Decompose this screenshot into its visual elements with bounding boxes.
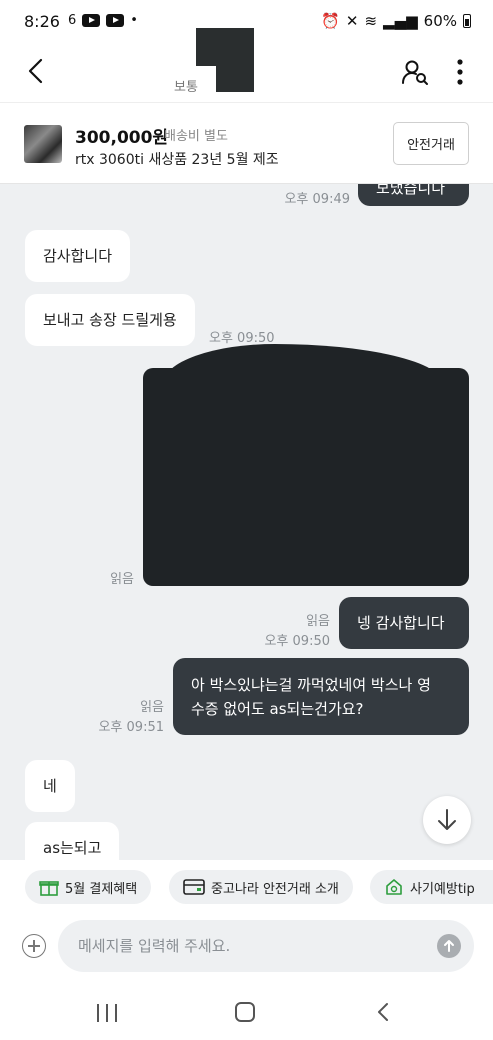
read-receipt: 읽음 (306, 614, 330, 629)
message-bubble-in: 감사합니다 (25, 230, 131, 282)
dot-icon: • (130, 13, 138, 28)
message-text: 네 (43, 777, 57, 795)
chip-label: 사기예방tip (410, 881, 475, 897)
message-time: 오후 09:50 (264, 634, 330, 649)
message-bubble-out: 보냈습니다 (358, 184, 469, 206)
status-time: 8:26 (24, 12, 60, 31)
scroll-to-bottom-button[interactable] (423, 796, 471, 844)
read-receipt: 읽음 (140, 700, 164, 715)
message-bubble-in: 네 (25, 760, 75, 812)
shipping-info: 배송비 별도 (164, 129, 228, 144)
message-bubble-out: 아 박스있냐는걸 까먹었네여 박스나 영 수증 없어도 as되는건가요? (173, 658, 469, 735)
attach-plus-button[interactable] (22, 934, 46, 958)
battery-icon (463, 14, 471, 28)
chip-safe-trade-intro[interactable]: 중고나라 안전거래 소개 (169, 870, 353, 904)
message-text: 보냈습니다 (376, 184, 446, 197)
message-text: as는되고 (43, 839, 102, 857)
photo-message[interactable] (143, 368, 469, 586)
chip-label: 중고나라 안전거래 소개 (211, 881, 339, 897)
home-button[interactable] (235, 1002, 255, 1022)
message-input[interactable] (58, 920, 474, 972)
message-text: 넹 감사합니다 (357, 614, 445, 632)
alarm-icon: ⏰ (321, 12, 340, 30)
system-back-button[interactable] (374, 1002, 394, 1022)
message-input-bar (0, 916, 493, 980)
message-text: 보내고 송장 드릴게용 (43, 311, 177, 329)
send-button[interactable] (437, 934, 461, 958)
profile-search-button[interactable] (401, 58, 429, 86)
arrow-up-icon (444, 940, 454, 952)
message-time: 오후 09:51 (98, 720, 164, 735)
safe-trade-button[interactable]: 안전거래 (393, 122, 469, 165)
product-summary[interactable]: 300,000원 배송비 별도 rtx 3060ti 새상품 23년 5월 제조… (0, 102, 493, 184)
arrow-down-icon (438, 809, 456, 830)
message-bubble-out: 넹 감사합니다 (339, 597, 469, 649)
message-text-line1: 아 박스있냐는걸 까먹었네여 박스나 영 (191, 675, 431, 694)
battery-level: 60% (423, 12, 457, 30)
chip-fraud-prevention-tip[interactable]: 사기예방tip (370, 870, 493, 904)
system-icons: ⏰ ✕ ≋ ▂▄▆ 60% (321, 12, 471, 30)
system-nav-bar (0, 980, 493, 1040)
product-thumbnail (24, 125, 62, 163)
chat-header: 보통 (0, 28, 493, 102)
recent-apps-button[interactable] (97, 1004, 117, 1022)
youtube-icon (82, 14, 101, 27)
app-notification-icon: 6 (68, 13, 77, 28)
more-options-button[interactable] (455, 58, 465, 86)
chat-messages[interactable]: 보냈습니다 오후 09:49 감사합니다 보내고 송장 드릴게용 오후 09:5… (0, 184, 493, 860)
mute-icon: ✕ (345, 12, 359, 30)
back-button[interactable] (22, 56, 52, 86)
message-bubble-in: 보내고 송장 드릴게용 (25, 294, 195, 346)
shield-home-icon (386, 879, 402, 895)
message-text-line2: 수증 없어도 as되는건가요? (191, 699, 364, 718)
card-icon (183, 879, 205, 895)
message-time: 오후 09:49 (284, 192, 350, 207)
message-bubble-in: as는되고 (25, 822, 120, 860)
product-price: 300,000원 (75, 128, 169, 148)
signal-icon: ▂▄▆ (383, 12, 418, 30)
quick-link-chips: 5월 결제혜택 중고나라 안전거래 소개 사기예방tip (0, 860, 493, 916)
notification-icons: 6 • (68, 13, 138, 28)
seller-grade: 보통 (174, 80, 198, 95)
chip-may-payment-benefit[interactable]: 5월 결제혜택 (25, 870, 152, 904)
gift-icon (39, 881, 59, 896)
product-title: rtx 3060ti 새상품 23년 5월 제조 (75, 152, 279, 168)
read-receipt: 읽음 (110, 572, 134, 587)
chip-label: 5월 결제혜택 (65, 881, 138, 897)
message-text: 감사합니다 (43, 247, 113, 265)
youtube-icon (106, 14, 125, 27)
wifi-icon: ≋ (364, 12, 378, 30)
